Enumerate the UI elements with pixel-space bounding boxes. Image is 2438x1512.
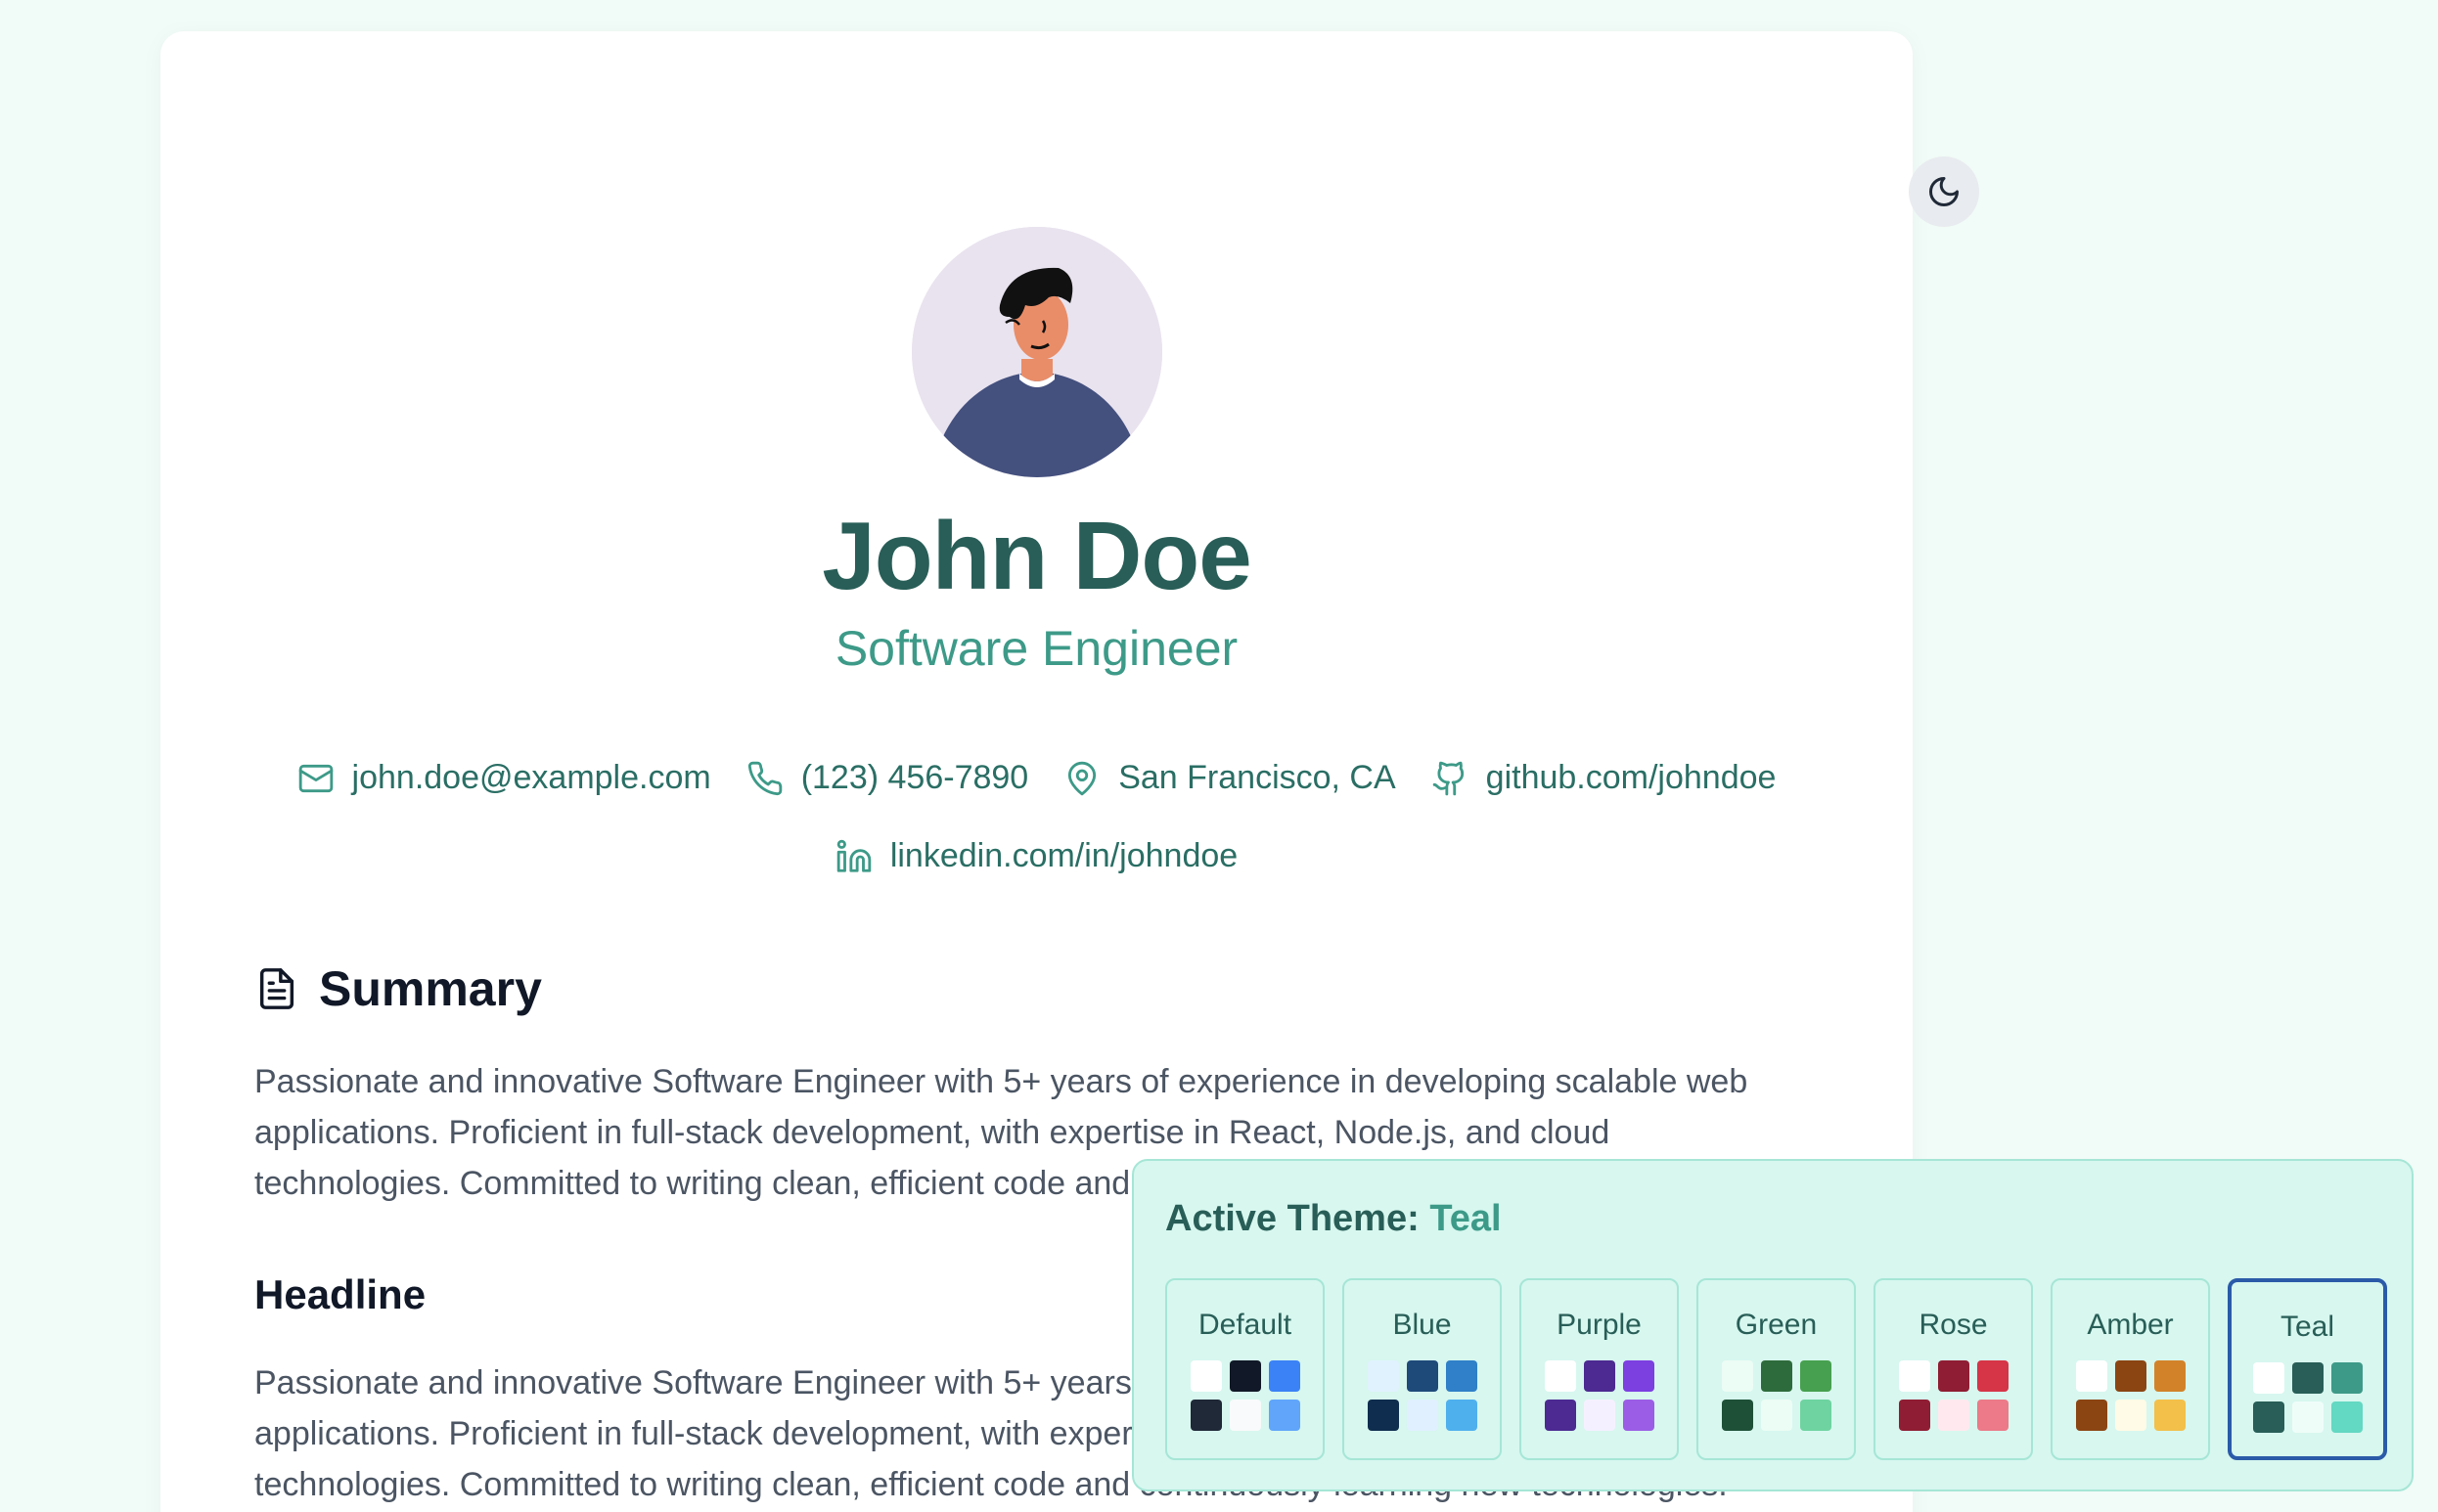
profile-title: Software Engineer: [835, 621, 1239, 676]
github-text: github.com/johndoe: [1485, 759, 1777, 796]
color-chip: [2075, 1360, 2107, 1392]
theme-option-label: Rose: [1919, 1309, 1988, 1341]
color-chip: [1760, 1360, 1792, 1392]
theme-option-rose[interactable]: Rose: [1874, 1278, 2033, 1460]
color-chip: [1898, 1400, 1930, 1431]
theme-option-purple[interactable]: Purple: [1519, 1278, 1679, 1460]
color-chip: [1721, 1400, 1753, 1431]
linkedin-icon: [836, 839, 872, 872]
theme-picker-panel: Active Theme: Teal Default Blue Purple Gree…: [1132, 1159, 2414, 1491]
color-chip: [1544, 1400, 1576, 1431]
github-icon: [1432, 761, 1464, 795]
theme-option-blue[interactable]: Blue: [1342, 1278, 1502, 1460]
moon-icon: [1929, 177, 1959, 206]
theme-option-label: Purple: [1557, 1309, 1642, 1341]
contact-phone[interactable]: (123) 456-7890: [746, 759, 1029, 797]
color-chip: [1406, 1400, 1438, 1431]
theme-option-label: Amber: [2087, 1309, 2174, 1341]
color-chip-grid: [1190, 1360, 1300, 1431]
color-chip: [1937, 1400, 1969, 1431]
color-chip: [1976, 1360, 2009, 1392]
color-chip-grid: [1367, 1360, 1477, 1431]
color-chip: [1583, 1360, 1615, 1392]
theme-option-label: Blue: [1392, 1309, 1452, 1341]
color-chip: [2114, 1400, 2146, 1431]
summary-heading: Summary: [254, 960, 542, 1017]
color-chip: [1268, 1400, 1300, 1431]
color-chip: [2291, 1401, 2324, 1433]
profile-name: John Doe: [822, 502, 1251, 609]
mail-icon: [298, 764, 333, 792]
contact-row: linkedin.com/in/johndoe: [160, 837, 1913, 875]
color-chip: [1367, 1400, 1399, 1431]
theme-option-amber[interactable]: Amber: [2051, 1278, 2210, 1460]
theme-option-default[interactable]: Default: [1165, 1278, 1325, 1460]
color-chip-grid: [1898, 1360, 2009, 1431]
color-chip: [1190, 1360, 1222, 1392]
page: John Doe Software Engineer john.doe@exam…: [0, 0, 2438, 1512]
color-chip: [1229, 1400, 1261, 1431]
color-chip: [2252, 1362, 2284, 1394]
color-chip: [2114, 1360, 2146, 1392]
active-theme-label: Active Theme: Teal: [1165, 1198, 1502, 1240]
color-chip-grid: [2075, 1360, 2186, 1431]
color-chip: [1622, 1400, 1654, 1431]
theme-option-green[interactable]: Green: [1696, 1278, 1856, 1460]
color-chip: [1229, 1360, 1261, 1392]
color-chip: [2252, 1401, 2284, 1433]
color-chip-grid: [2252, 1362, 2363, 1433]
theme-toggle-button[interactable]: [1909, 156, 1979, 227]
color-chip: [2075, 1400, 2107, 1431]
color-chip: [2153, 1360, 2186, 1392]
theme-option-label: Green: [1735, 1309, 1818, 1341]
color-chip: [1622, 1360, 1654, 1392]
active-theme-prefix: Active Theme:: [1165, 1198, 1420, 1239]
color-chip: [2330, 1362, 2363, 1394]
contact-github[interactable]: github.com/johndoe: [1431, 759, 1777, 797]
color-chip: [1190, 1400, 1222, 1431]
color-chip: [1799, 1400, 1831, 1431]
color-chip-grid: [1544, 1360, 1654, 1431]
color-chip: [1937, 1360, 1969, 1392]
color-chip: [2330, 1401, 2363, 1433]
color-chip: [1976, 1400, 2009, 1431]
color-chip: [2291, 1362, 2324, 1394]
headline-heading-text: Headline: [254, 1271, 427, 1317]
color-chip: [1544, 1360, 1576, 1392]
contact-row: john.doe@example.com (123) 456-7890 San …: [160, 759, 1913, 797]
linkedin-text: linkedin.com/in/johndoe: [889, 837, 1239, 874]
color-chip: [2153, 1400, 2186, 1431]
theme-option-label: Default: [1197, 1309, 1292, 1341]
color-chip: [1406, 1360, 1438, 1392]
theme-swatch-list: Default Blue Purple Green Rose Amber Teal: [1165, 1278, 2387, 1460]
email-text: john.doe@example.com: [351, 759, 711, 796]
phone-text: (123) 456-7890: [800, 759, 1029, 796]
phone-icon: [747, 761, 782, 795]
contact-location: San Francisco, CA: [1063, 759, 1396, 797]
color-chip: [1721, 1360, 1753, 1392]
color-chip: [1445, 1360, 1477, 1392]
map-pin-icon: [1068, 761, 1097, 795]
headline-heading: Headline: [254, 1271, 426, 1318]
color-chip: [1268, 1360, 1300, 1392]
theme-option-teal[interactable]: Teal: [2228, 1278, 2387, 1460]
contact-linkedin[interactable]: linkedin.com/in/johndoe: [835, 837, 1238, 875]
color-chip: [1445, 1400, 1477, 1431]
contact-email[interactable]: john.doe@example.com: [297, 759, 711, 797]
color-chip: [1583, 1400, 1615, 1431]
color-chip: [1799, 1360, 1831, 1392]
color-chip: [1898, 1360, 1930, 1392]
theme-option-label: Teal: [2280, 1311, 2335, 1343]
color-chip: [1367, 1360, 1399, 1392]
active-theme-value: Teal: [1429, 1198, 1502, 1239]
location-text: San Francisco, CA: [1118, 759, 1396, 796]
file-text-icon: [259, 968, 294, 1009]
summary-heading-text: Summary: [319, 961, 542, 1016]
color-chip-grid: [1721, 1360, 1831, 1431]
avatar: [912, 227, 1162, 477]
color-chip: [1760, 1400, 1792, 1431]
